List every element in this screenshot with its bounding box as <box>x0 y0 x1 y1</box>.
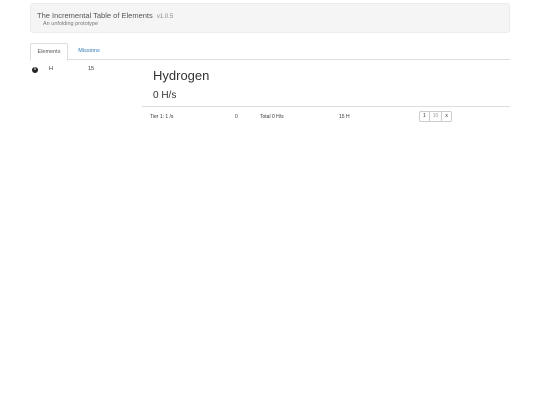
tier-count: 0 <box>235 114 238 120</box>
tier-row: Tier 1: 1 /s 0 Total 0 H/s 15 H 1 10 x <box>142 106 510 126</box>
element-name: Hydrogen <box>153 68 210 83</box>
tab-elements[interactable]: Elements <box>30 43 68 61</box>
app-version: v1.0.5 <box>156 14 174 20</box>
header-banner: The Incremental Table of Elements v1.0.5… <box>30 3 510 33</box>
tab-missions[interactable]: Missions <box>70 43 108 60</box>
element-count: 15 <box>88 66 95 72</box>
buy-max-button[interactable]: x <box>441 111 452 122</box>
tier-label: Tier 1: 1 /s <box>150 114 174 120</box>
info-icon[interactable]: i <box>32 67 38 73</box>
buy-10-button[interactable]: 10 <box>428 111 443 122</box>
element-list-item[interactable]: i H 15 <box>32 66 112 75</box>
app-subtitle: An unfolding prototype <box>43 21 99 27</box>
app-title: The Incremental Table of Elements v1.0.5 <box>37 11 173 20</box>
tier-total: Total 0 H/s <box>260 114 284 120</box>
element-symbol: H <box>49 66 53 72</box>
tier-cost: 15 H <box>339 114 350 120</box>
buy-button-group: 1 10 x <box>419 111 452 122</box>
tab-bar: Elements Missions <box>30 43 510 61</box>
element-rate: 0 H/s <box>153 90 177 101</box>
app-title-text: The Incremental Table of Elements <box>37 11 153 20</box>
